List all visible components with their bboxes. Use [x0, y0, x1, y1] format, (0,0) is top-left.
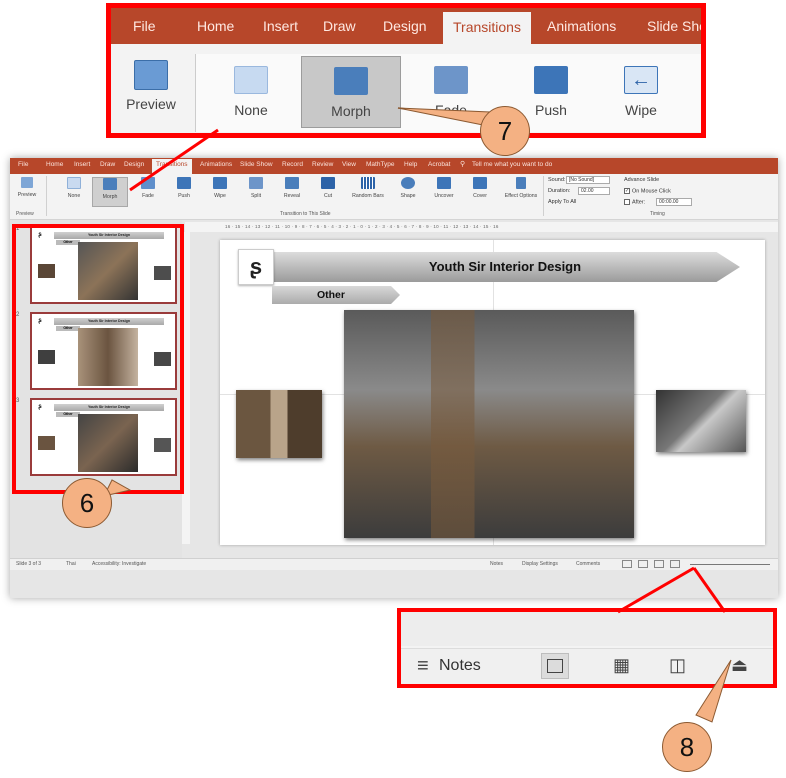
callout-connectors — [103, 107, 732, 723]
callout-8: 8 — [662, 722, 712, 772]
callout-7: 7 — [480, 106, 530, 156]
callout-6: 6 — [62, 478, 112, 528]
